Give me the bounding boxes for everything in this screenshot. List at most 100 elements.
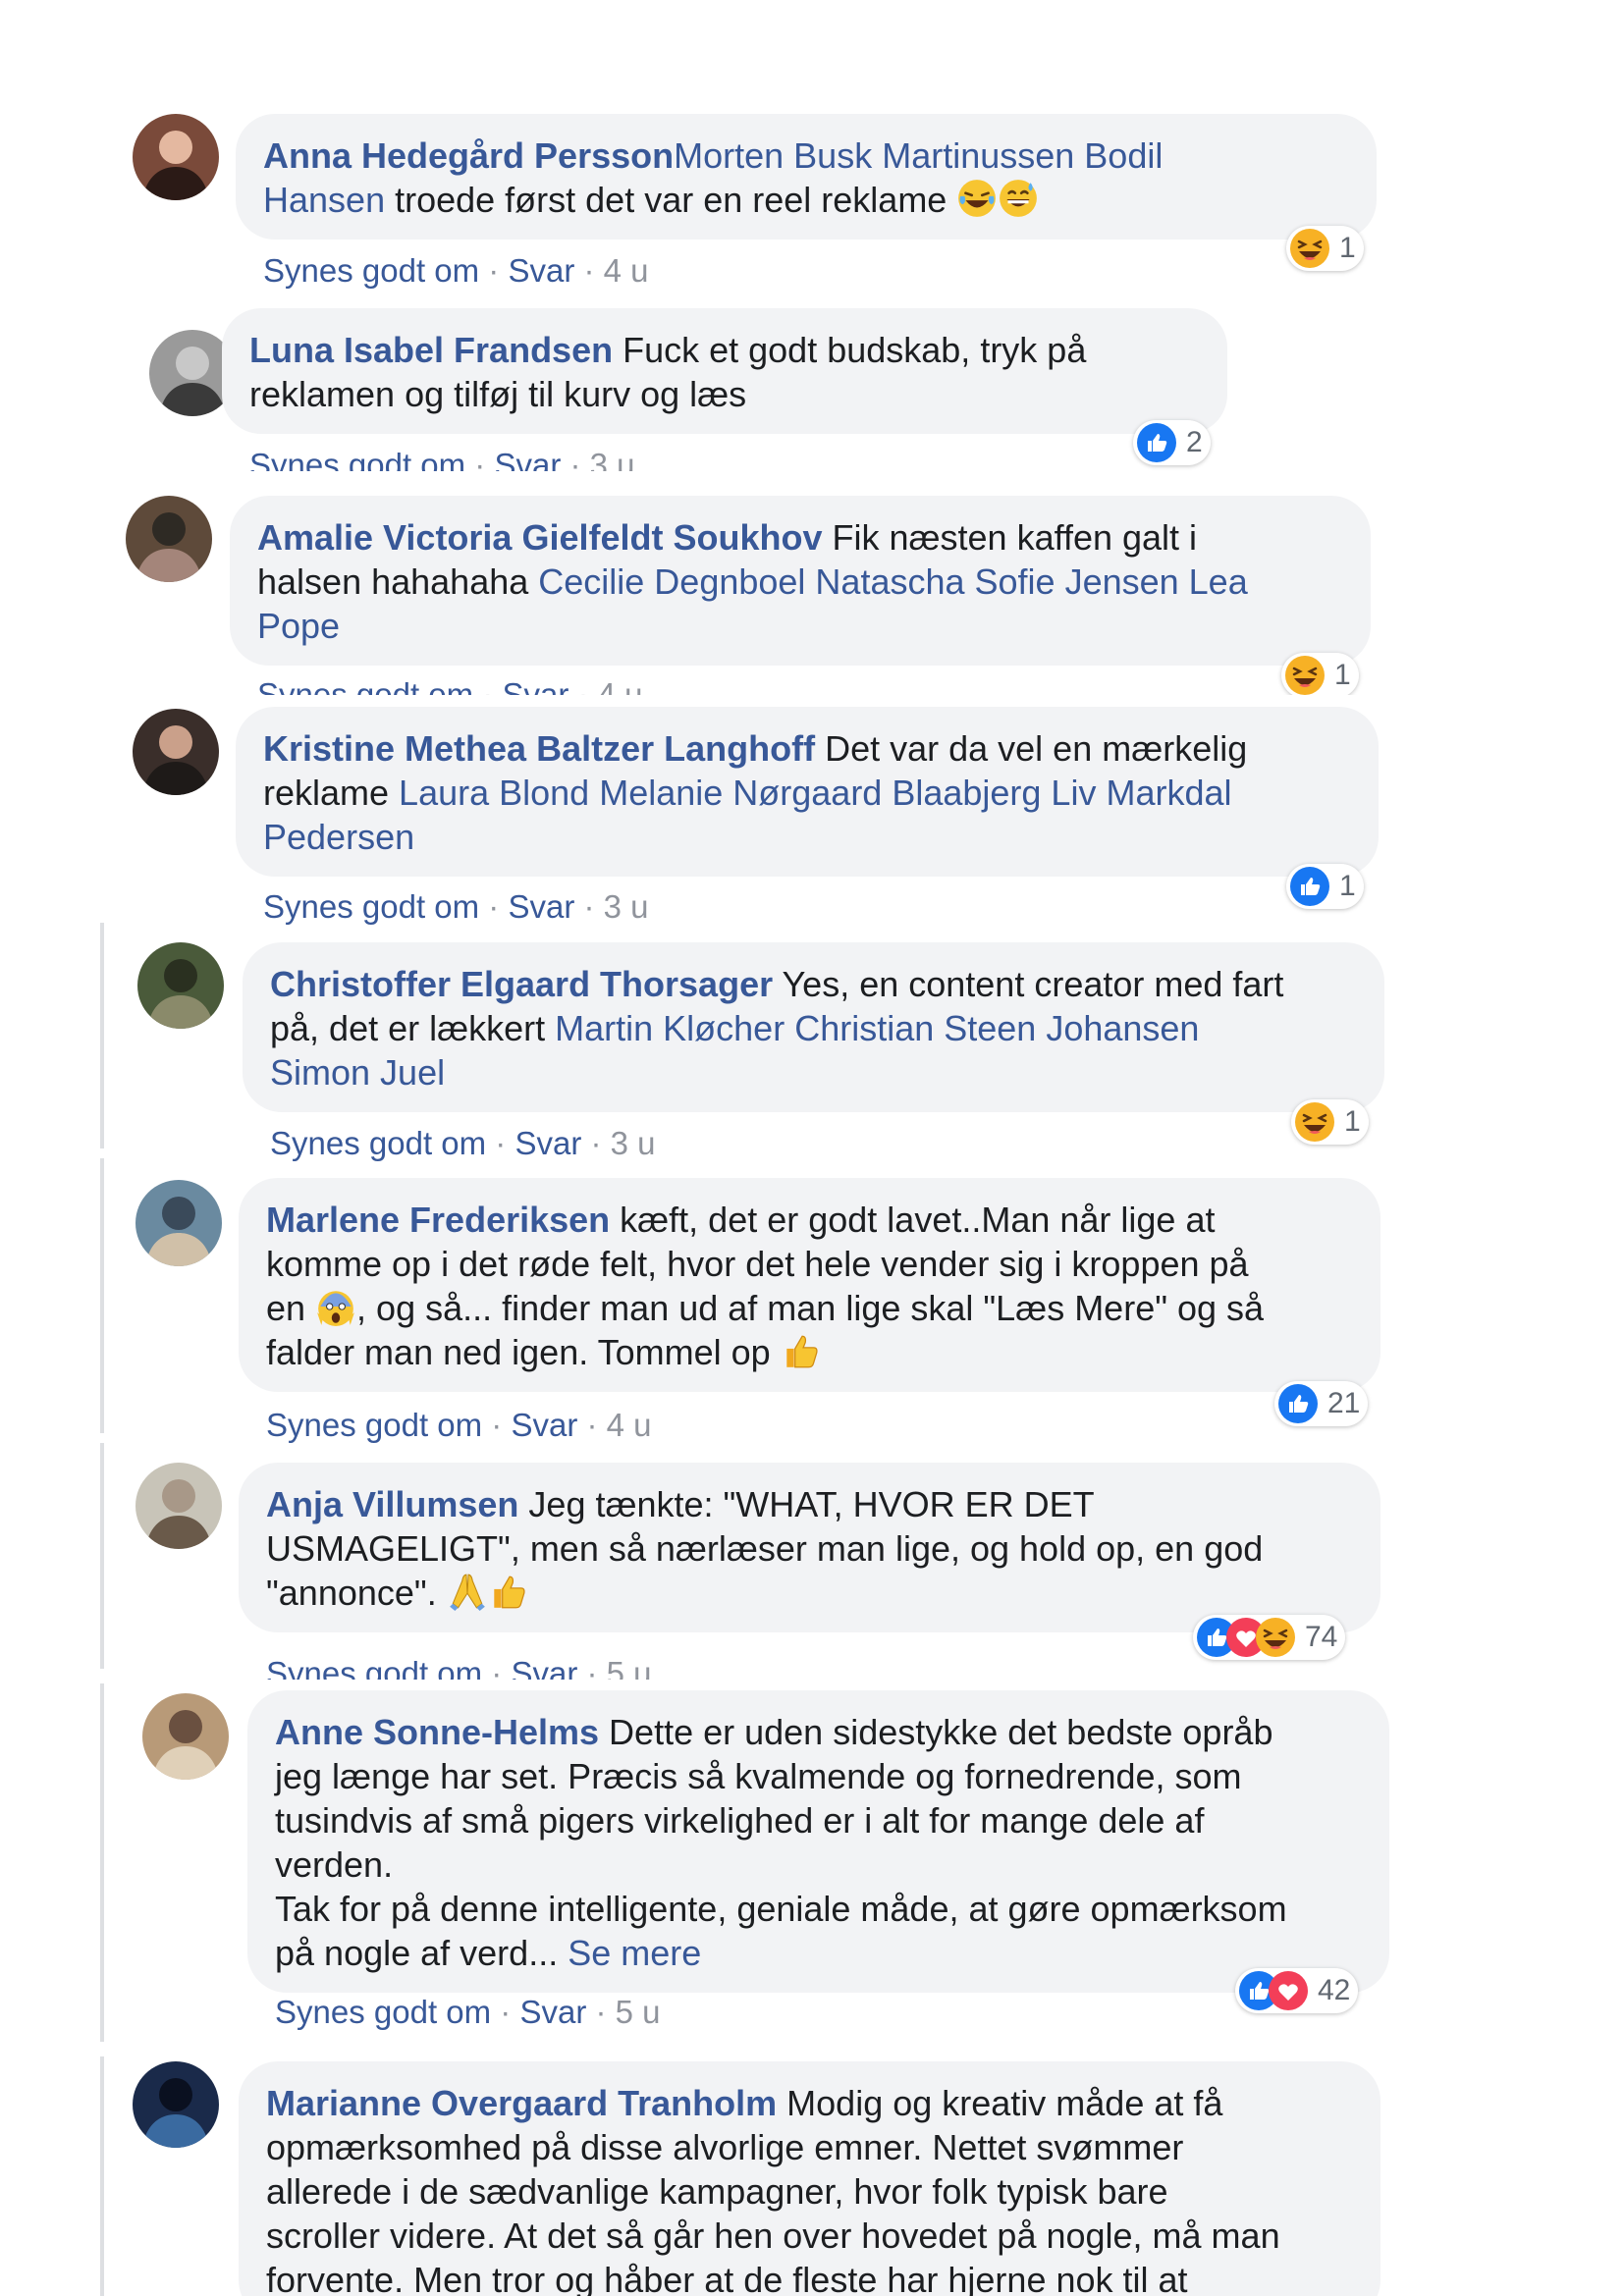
comment-text: allerede i de sædvanlige kampagner, hvor… [266,2171,1168,2212]
timestamp[interactable]: 5 u [607,1655,652,1680]
author-name-link[interactable]: Anne Sonne-Helms [275,1712,599,1752]
comment-line: på, det er lækkert Martin Kløcher Christ… [270,1006,1357,1050]
reply-button[interactable]: Svar [508,888,574,925]
avatar[interactable] [126,496,212,582]
comment-text: en [266,1288,316,1328]
like-button[interactable]: Synes godt om [275,1994,491,2030]
timestamp[interactable]: 3 u [604,888,649,925]
reaction-summary[interactable]: 1 [1291,1099,1369,1145]
author-name-link[interactable]: Luna Isabel Frandsen [249,330,613,370]
comment: Christoffer Elgaard Thorsager Yes, en co… [0,940,1624,1164]
avatar[interactable] [137,942,224,1029]
reply-button[interactable]: Svar [514,1125,581,1161]
like-button[interactable]: Synes godt om [266,1407,482,1443]
like-button[interactable]: Synes godt om [270,1125,486,1161]
comment-bubble: Kristine Methea Baltzer Langhoff Det var… [236,707,1379,877]
mention-link[interactable]: Pope [257,606,340,646]
reply-button[interactable]: Svar [502,676,568,695]
mention-link[interactable]: Simon Juel [270,1052,445,1093]
comment-text: Fuck et godt budskab, tryk på [613,330,1087,370]
reaction-summary[interactable]: 2 [1133,420,1211,465]
comment-text: verden. [275,1844,394,1885]
reply-button[interactable]: Svar [511,1407,577,1443]
comment-actions: Synes godt om · Svar · 5 u [275,1993,661,2032]
comment: Marlene Frederiksen kæft, det er godt la… [0,1168,1624,1453]
author-name-link[interactable]: Kristine Methea Baltzer Langhoff [263,728,815,769]
like-button[interactable]: Synes godt om [266,1655,482,1680]
timestamp[interactable]: 4 u [598,676,643,695]
comment-actions: Synes godt om · Svar · 4 u [263,251,649,291]
mention-link[interactable]: Laura Blond Melanie Nørgaard Blaabjerg L… [399,773,1231,813]
timestamp[interactable]: 4 u [607,1407,652,1443]
comment: Anna Hedegård PerssonMorten Busk Martinu… [0,110,1624,301]
folded-hands-icon [447,1571,488,1612]
mention-link[interactable]: Hansen [263,180,385,220]
timestamp[interactable]: 3 u [590,447,635,471]
separator-dot: · [586,1994,616,2030]
timestamp[interactable]: 4 u [604,252,649,289]
avatar[interactable] [135,1180,222,1266]
reply-button[interactable]: Svar [494,447,561,471]
separator-dot: · [574,888,604,925]
like-button[interactable]: Synes godt om [263,252,479,289]
reaction-summary[interactable]: 74 [1193,1615,1346,1660]
haha-reaction-icon [1256,1618,1295,1657]
reaction-summary[interactable]: 42 [1235,1968,1359,2013]
reaction-count: 1 [1344,1105,1361,1138]
mention-link[interactable]: Morten Busk Martinussen Bodil [674,135,1163,176]
comment-bubble: Anna Hedegård PerssonMorten Busk Martinu… [236,114,1377,240]
grinning-sweat-icon [998,178,1039,219]
haha-reaction-icon [1285,656,1325,695]
separator-dot: · [482,1407,512,1443]
mention-link[interactable]: Pedersen [263,817,414,857]
reply-button[interactable]: Svar [511,1655,577,1680]
separator-dot: · [473,676,503,695]
comment-line: reklamen og tilføj til kurv og læs [249,372,1200,416]
see-more-link[interactable]: Se mere [568,1933,701,1973]
mention-link[interactable]: Cecilie Degnboel Natascha Sofie Jensen L… [538,561,1247,602]
comment-line: Christoffer Elgaard Thorsager Yes, en co… [270,962,1357,1006]
avatar[interactable] [133,2061,219,2148]
haha-reaction-icon [1290,229,1329,268]
like-button[interactable]: Synes godt om [249,447,465,471]
avatar[interactable] [142,1693,229,1780]
reaction-count: 1 [1339,870,1356,902]
separator-dot: · [486,1125,515,1161]
author-name-link[interactable]: Anja Villumsen [266,1484,518,1524]
reaction-count: 74 [1305,1621,1338,1653]
thumbs-up-icon [781,1330,822,1371]
comment-text: opmærksomhed på disse alvorlige emner. N… [266,2127,1184,2167]
reaction-summary[interactable]: 21 [1274,1381,1369,1426]
comment-actions: Synes godt om · Svar · 3 u [263,887,649,927]
reaction-summary[interactable]: 1 [1286,864,1364,909]
avatar[interactable] [133,114,219,200]
thumbs-up-icon [488,1571,529,1612]
comment-text: , og så... finder man ud af man lige ska… [356,1288,1265,1328]
like-reaction-icon [1278,1384,1318,1423]
like-button[interactable]: Synes godt om [263,888,479,925]
reaction-summary[interactable]: 1 [1281,653,1359,695]
author-name-link[interactable]: Amalie Victoria Gielfeldt Soukhov [257,517,823,558]
separator-dot: · [479,252,509,289]
avatar[interactable] [135,1463,222,1549]
mention-link[interactable]: Martin Kløcher Christian Steen Johansen [555,1008,1199,1048]
comment-actions: Synes godt om · Svar · 5 u [266,1654,652,1680]
reply-button[interactable]: Svar [508,252,574,289]
love-reaction-icon [1269,1971,1308,2010]
comment-actions: Synes godt om · Svar · 4 u [257,675,643,695]
author-name-link[interactable]: Marlene Frederiksen [266,1200,610,1240]
author-name-link[interactable]: Marianne Overgaard Tranholm [266,2083,777,2123]
comment: Luna Isabel Frandsen Fuck et godt budska… [0,306,1624,471]
like-button[interactable]: Synes godt om [257,676,473,695]
reply-button[interactable]: Svar [519,1994,586,2030]
avatar[interactable] [133,709,219,795]
author-name-link[interactable]: Anna Hedegård Persson [263,135,674,176]
comment-bubble: Luna Isabel Frandsen Fuck et godt budska… [222,308,1227,434]
timestamp[interactable]: 3 u [611,1125,656,1161]
timestamp[interactable]: 5 u [616,1994,661,2030]
author-name-link[interactable]: Christoffer Elgaard Thorsager [270,964,773,1004]
comment-text: forvente. Men tror og håber at de fleste… [266,2260,1188,2296]
comment-text: USMAGELIGT", men så nærlæser man lige, o… [266,1528,1264,1569]
reaction-summary[interactable]: 1 [1286,226,1364,271]
comment-line: tusindvis af små pigers virkelighed er i… [275,1798,1362,1842]
